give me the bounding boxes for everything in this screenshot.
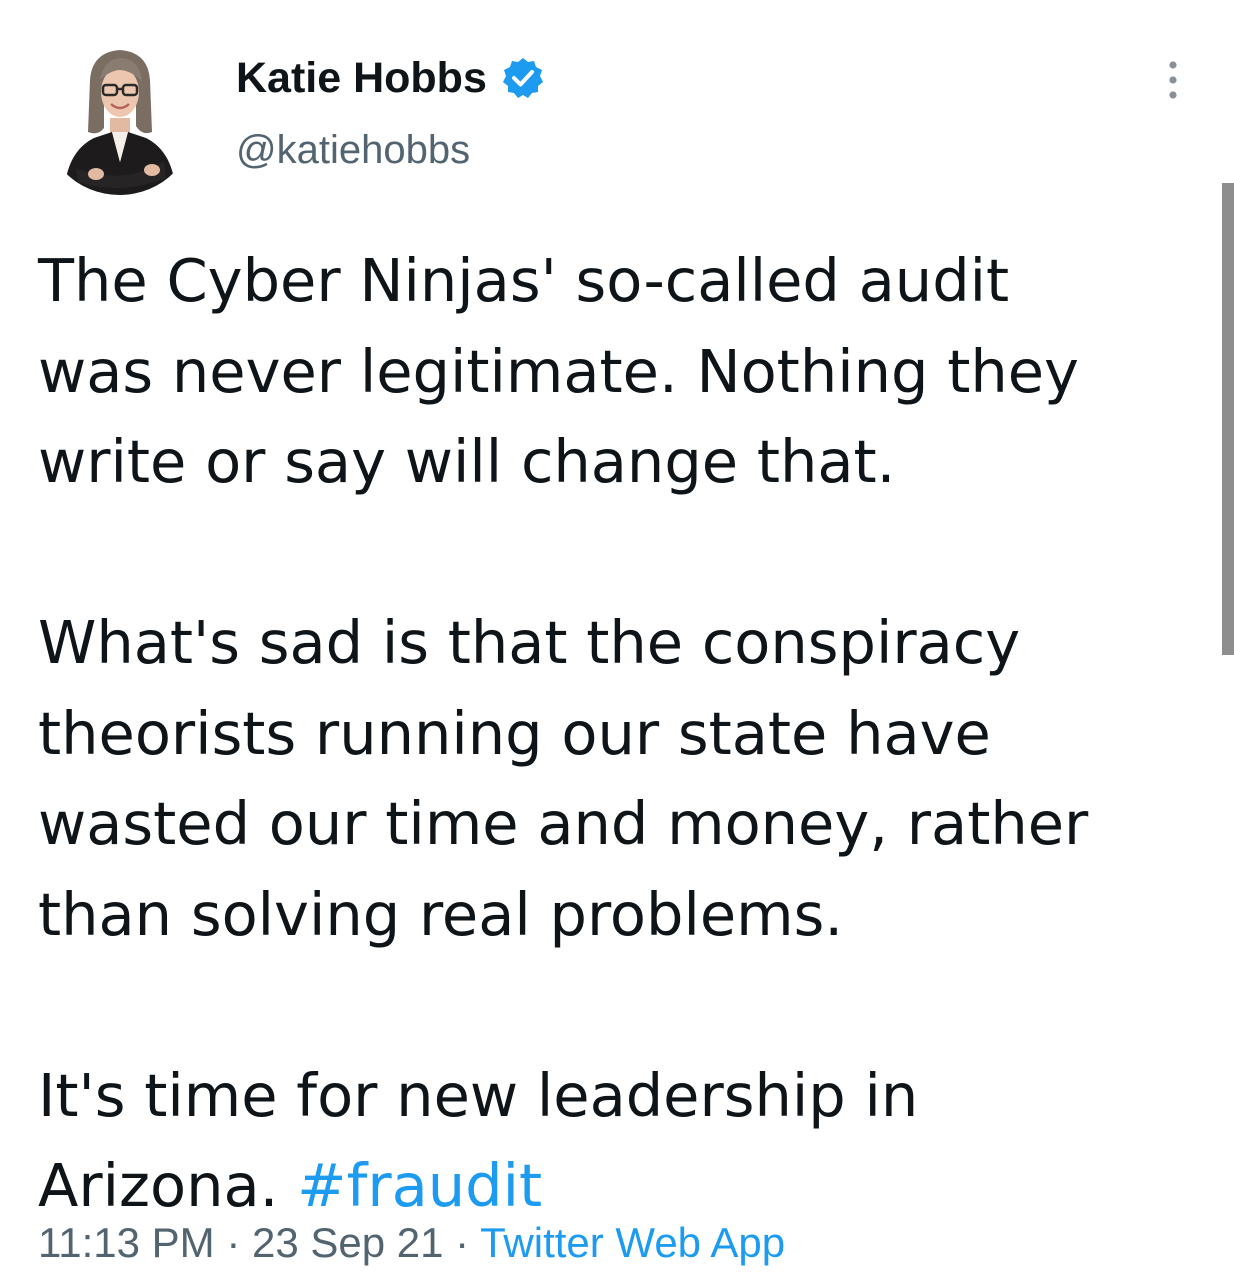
author-handle[interactable]: @katiehobbs [236,124,470,176]
avatar-image [42,40,197,195]
meta-separator: · [214,1219,252,1266]
tweet-date[interactable]: 23 Sep 21 [252,1219,444,1266]
tweet-text: The Cyber Ninjas' so-called audit was ne… [38,236,1178,1232]
tweet-time[interactable]: 11:13 PM [38,1219,215,1266]
hashtag-link[interactable]: #fraudit [297,1151,542,1220]
tweet-meta: 11:13 PM · 23 Sep 21 · Twitter Web App [38,1213,785,1273]
tweet-source-link[interactable]: Twitter Web App [480,1219,785,1266]
verified-badge-icon [501,56,545,100]
scrollbar[interactable] [1222,183,1234,655]
meta-separator: · [443,1219,481,1266]
avatar[interactable] [42,40,197,195]
author-display-name[interactable]: Katie Hobbs [236,52,487,104]
author-name-row[interactable]: Katie Hobbs [236,52,545,104]
tweet-paragraph-2: What's sad is that the conspiracy theori… [38,608,1089,949]
more-vertical-icon[interactable] [1162,58,1184,102]
tweet-paragraph-1: The Cyber Ninjas' so-called audit was ne… [38,246,1079,496]
